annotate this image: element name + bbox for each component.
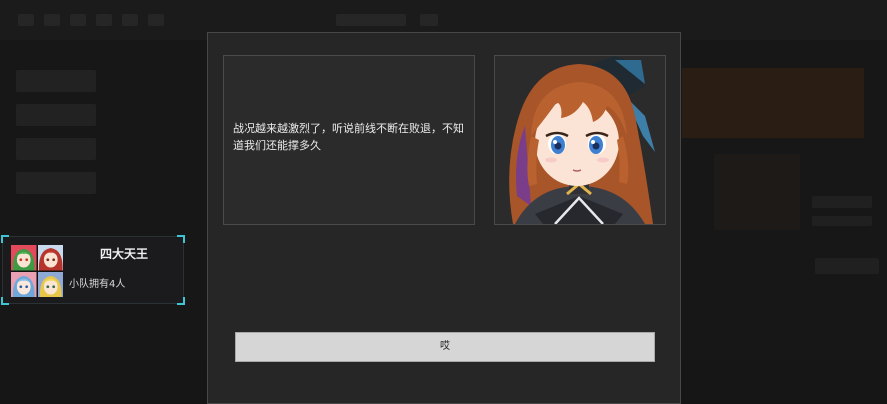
squad-member-count: 小队拥有4人	[69, 279, 126, 290]
blue-haired-girl-avatar	[11, 271, 37, 297]
background-banner	[682, 68, 864, 138]
green-haired-girl-avatar	[11, 245, 37, 271]
dialogue-box: 战况越来越激烈了，听说前线不断在败退，不知道我们还能撑多久 哎	[207, 32, 681, 404]
corner-bracket	[1, 235, 9, 243]
corner-bracket	[1, 297, 9, 305]
squad-card[interactable]: 四大天王 小队拥有4人	[1, 235, 185, 305]
red-haired-girl-avatar	[37, 245, 63, 271]
confirm-button[interactable]: 哎	[235, 332, 655, 362]
corner-bracket	[177, 235, 185, 243]
corner-bracket	[177, 297, 185, 305]
speaker-portrait	[494, 55, 666, 225]
squad-name: 四大天王	[99, 247, 148, 261]
squad-avatar-grid	[11, 245, 63, 297]
blonde-girl-avatar	[37, 271, 63, 297]
brown-haired-girl-portrait	[495, 56, 665, 224]
dialogue-text-panel: 战况越来越激烈了，听说前线不断在败退，不知道我们还能撑多久	[223, 55, 475, 225]
dialogue-message: 战况越来越激烈了，听说前线不断在败退，不知道我们还能撑多久	[233, 122, 464, 152]
